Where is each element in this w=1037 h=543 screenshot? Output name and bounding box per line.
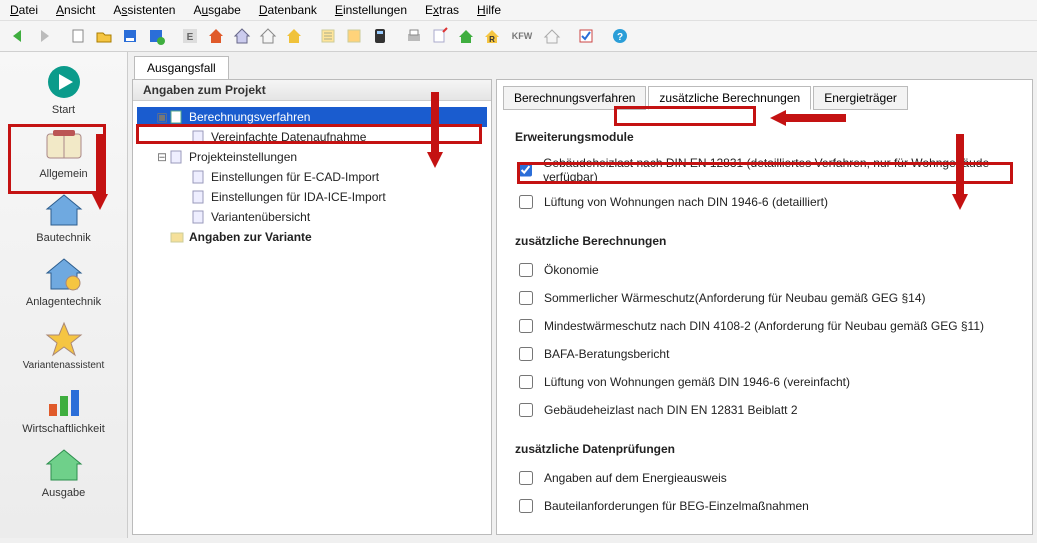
- menu-ansicht[interactable]: Ansicht: [56, 3, 95, 17]
- book-icon: [38, 126, 90, 166]
- tree-item-berechnungsverfahren[interactable]: ▣ Berechnungsverfahren: [137, 107, 487, 127]
- chk-energieausweis[interactable]: Angaben auf dem Energieausweis: [515, 464, 1014, 492]
- chk-bafa[interactable]: BAFA-Beratungsbericht: [515, 340, 1014, 368]
- checkbox[interactable]: [519, 291, 533, 305]
- tree-item-idaice-import[interactable]: Einstellungen für IDA-ICE-Import: [137, 187, 487, 207]
- checkbox[interactable]: [519, 319, 533, 333]
- wizard-icon: [38, 318, 90, 358]
- toolbar: E R KFW ?: [0, 21, 1037, 52]
- checkbox[interactable]: [519, 163, 532, 177]
- menu-einstellungen[interactable]: Einstellungen: [335, 3, 407, 17]
- tool-kfw-button[interactable]: KFW: [506, 24, 538, 48]
- chk-sommerlicher-waermeschutz[interactable]: Sommerlicher Wärmeschutz(Anforderung für…: [515, 284, 1014, 312]
- checkbox[interactable]: [519, 403, 533, 417]
- menu-datenbank[interactable]: Datenbank: [259, 3, 317, 17]
- nav-back-button[interactable]: [6, 24, 30, 48]
- tool-house-grey-button[interactable]: [540, 24, 564, 48]
- tree-header: Angaben zum Projekt: [133, 80, 491, 101]
- open-file-button[interactable]: [92, 24, 116, 48]
- house-green-icon: [38, 445, 90, 485]
- checkbox[interactable]: [519, 375, 533, 389]
- sheet-icon: [191, 129, 207, 145]
- sidebar-item-anlagentechnik[interactable]: Anlagentechnik: [0, 250, 127, 314]
- tree-item-projekteinstellungen[interactable]: ⊟ Projekteinstellungen: [137, 147, 487, 167]
- save-button[interactable]: [118, 24, 142, 48]
- svg-text:KFW: KFW: [512, 31, 533, 41]
- checkbox[interactable]: [519, 499, 533, 513]
- chk-beg[interactable]: Bauteilanforderungen für BEG-Einzelmaßna…: [515, 492, 1014, 520]
- checkbox[interactable]: [519, 471, 533, 485]
- menu-assistenten[interactable]: Assistenten: [113, 3, 175, 17]
- menu-datei[interactable]: Datei: [10, 3, 38, 17]
- sidebar-item-variantenassistent[interactable]: Variantenassistent: [0, 314, 127, 377]
- print-button[interactable]: [402, 24, 426, 48]
- section-zusaetzliche-berechnungen: zusätzliche Berechnungen: [515, 234, 1014, 248]
- menubar: Datei Ansicht Assistenten Ausgabe Datenb…: [0, 0, 1037, 21]
- tool-house-green-button[interactable]: [454, 24, 478, 48]
- tab-ausgangsfall[interactable]: Ausgangsfall: [134, 56, 229, 79]
- sidebar-item-start[interactable]: Start: [0, 58, 127, 122]
- nav-forward-button[interactable]: [32, 24, 56, 48]
- menu-hilfe[interactable]: Hilfe: [477, 3, 501, 17]
- new-file-button[interactable]: [66, 24, 90, 48]
- tool-list-button[interactable]: [316, 24, 340, 48]
- section-datenpruefungen: zusätzliche Datenprüfungen: [515, 442, 1014, 456]
- tool-house-light-button[interactable]: [230, 24, 254, 48]
- chk-heizlast-12831[interactable]: Gebäudeheizlast nach DIN EN 12831 (detai…: [515, 152, 1014, 188]
- chk-mindestwaermeschutz[interactable]: Mindestwärmeschutz nach DIN 4108-2 (Anfo…: [515, 312, 1014, 340]
- sheet-icon: [191, 209, 207, 225]
- tool-house-r-button[interactable]: R: [480, 24, 504, 48]
- tree-item-vereinfachte-datenaufnahme[interactable]: Vereinfachte Datenaufnahme: [137, 127, 487, 147]
- sidebar: Start Allgemein Bautechnik Anlagentechni…: [0, 52, 128, 538]
- sheet-icon: [169, 109, 185, 125]
- tool-house-red-button[interactable]: [204, 24, 228, 48]
- folder-icon: [169, 229, 185, 245]
- tool-house-yellow-button[interactable]: [282, 24, 306, 48]
- menu-extras[interactable]: Extras: [425, 3, 459, 17]
- sidebar-item-bautechnik[interactable]: Bautechnik: [0, 186, 127, 250]
- checkbox[interactable]: [519, 263, 533, 277]
- chart-icon: [38, 381, 90, 421]
- sidebar-item-allgemein[interactable]: Allgemein: [0, 122, 127, 186]
- menu-ausgabe[interactable]: Ausgabe: [193, 3, 240, 17]
- tool-house-outline-button[interactable]: [256, 24, 280, 48]
- tool-e-button[interactable]: E: [178, 24, 202, 48]
- tool-calculator-button[interactable]: [368, 24, 392, 48]
- svg-text:R: R: [489, 35, 495, 44]
- chk-oekonomie[interactable]: Ökonomie: [515, 256, 1014, 284]
- tree-item-ecad-import[interactable]: Einstellungen für E-CAD-Import: [137, 167, 487, 187]
- help-button[interactable]: ?: [608, 24, 632, 48]
- checkbox[interactable]: [519, 347, 533, 361]
- tree-panel: Angaben zum Projekt ▣ Berechnungsverfahr…: [132, 79, 492, 535]
- svg-text:?: ?: [617, 32, 623, 43]
- project-tree: ▣ Berechnungsverfahren Vereinfachte Date…: [133, 101, 491, 253]
- tool-check-button[interactable]: [574, 24, 598, 48]
- sheet-icon: [191, 169, 207, 185]
- tab-zusaetzliche-berechnungen[interactable]: zusätzliche Berechnungen: [648, 86, 811, 110]
- section-erweiterungsmodule: Erweiterungsmodule: [515, 130, 1014, 144]
- start-icon: [38, 62, 90, 102]
- checkbox[interactable]: [519, 195, 533, 209]
- sidebar-item-ausgabe[interactable]: Ausgabe: [0, 441, 127, 505]
- tree-item-angaben-variante[interactable]: Angaben zur Variante: [137, 227, 487, 247]
- tab-berechnungsverfahren[interactable]: Berechnungsverfahren: [503, 86, 646, 110]
- sheet-icon: [191, 189, 207, 205]
- save-all-button[interactable]: [144, 24, 168, 48]
- detail-panel: Berechnungsverfahren zusätzliche Berechn…: [496, 79, 1033, 535]
- tool-sheet-edit-button[interactable]: [428, 24, 452, 48]
- svg-text:E: E: [187, 32, 194, 43]
- house-blue-icon: [38, 190, 90, 230]
- sheet-icon: [169, 149, 185, 165]
- chk-lueftung-19466-detailliert[interactable]: Lüftung von Wohnungen nach DIN 1946-6 (d…: [515, 188, 1014, 216]
- tree-item-variantenuebersicht[interactable]: Variantenübersicht: [137, 207, 487, 227]
- case-tabstrip: Ausgangsfall: [128, 52, 1037, 79]
- tool-list2-button[interactable]: [342, 24, 366, 48]
- sidebar-item-wirtschaftlichkeit[interactable]: Wirtschaftlichkeit: [0, 377, 127, 441]
- tab-energietraeger[interactable]: Energieträger: [813, 86, 908, 110]
- house-gear-icon: [38, 254, 90, 294]
- chk-heizlast-beiblatt2[interactable]: Gebäudeheizlast nach DIN EN 12831 Beibla…: [515, 396, 1014, 424]
- detail-tabs: Berechnungsverfahren zusätzliche Berechn…: [497, 80, 1032, 110]
- chk-lueftung-19466-vereinfacht[interactable]: Lüftung von Wohnungen gemäß DIN 1946-6 (…: [515, 368, 1014, 396]
